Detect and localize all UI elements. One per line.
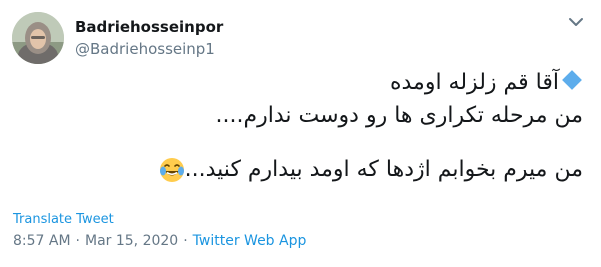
meta-separator: · (75, 233, 80, 249)
tweet-line-2: من مرحله تکراری ها رو دوست ندارم.... (215, 103, 583, 128)
tweet-text: آقا قم زلزله اومده من مرحله تکراری ها رو… (23, 66, 583, 193)
tweet-line-3-text: من میرم بخوابم اژدها که اومد بیدارم کنید… (184, 157, 583, 182)
chevron-down-icon[interactable] (566, 12, 586, 32)
display-name[interactable]: Badriehosseinpor (75, 18, 223, 36)
avatar[interactable] (12, 12, 64, 64)
tweet-date[interactable]: Mar 15, 2020 (85, 233, 178, 249)
tweet-card: Badriehosseinpor @Badriehosseinp1 آقا قم… (0, 0, 601, 267)
profile-photo-icon (12, 12, 64, 64)
large-blue-diamond-icon (562, 70, 582, 90)
user-handle[interactable]: @Badriehosseinp1 (75, 40, 215, 58)
tweet-line-3: من میرم بخوابم اژدها که اومد بیدارم کنید… (23, 153, 583, 193)
translate-tweet-link[interactable]: Translate Tweet (13, 212, 114, 227)
tweet-line-1: آقا قم زلزله اومده (23, 66, 583, 99)
meta-separator: · (183, 233, 188, 249)
tweet-time[interactable]: 8:57 AM (13, 233, 71, 249)
laughing-tears-emoji-icon (159, 157, 185, 193)
tweet-source-link[interactable]: Twitter Web App (193, 233, 307, 249)
tweet-line-1-text: آقا قم زلزله اومده (389, 70, 559, 95)
tweet-metadata: 8:57 AM · Mar 15, 2020 · Twitter Web App (13, 233, 306, 249)
